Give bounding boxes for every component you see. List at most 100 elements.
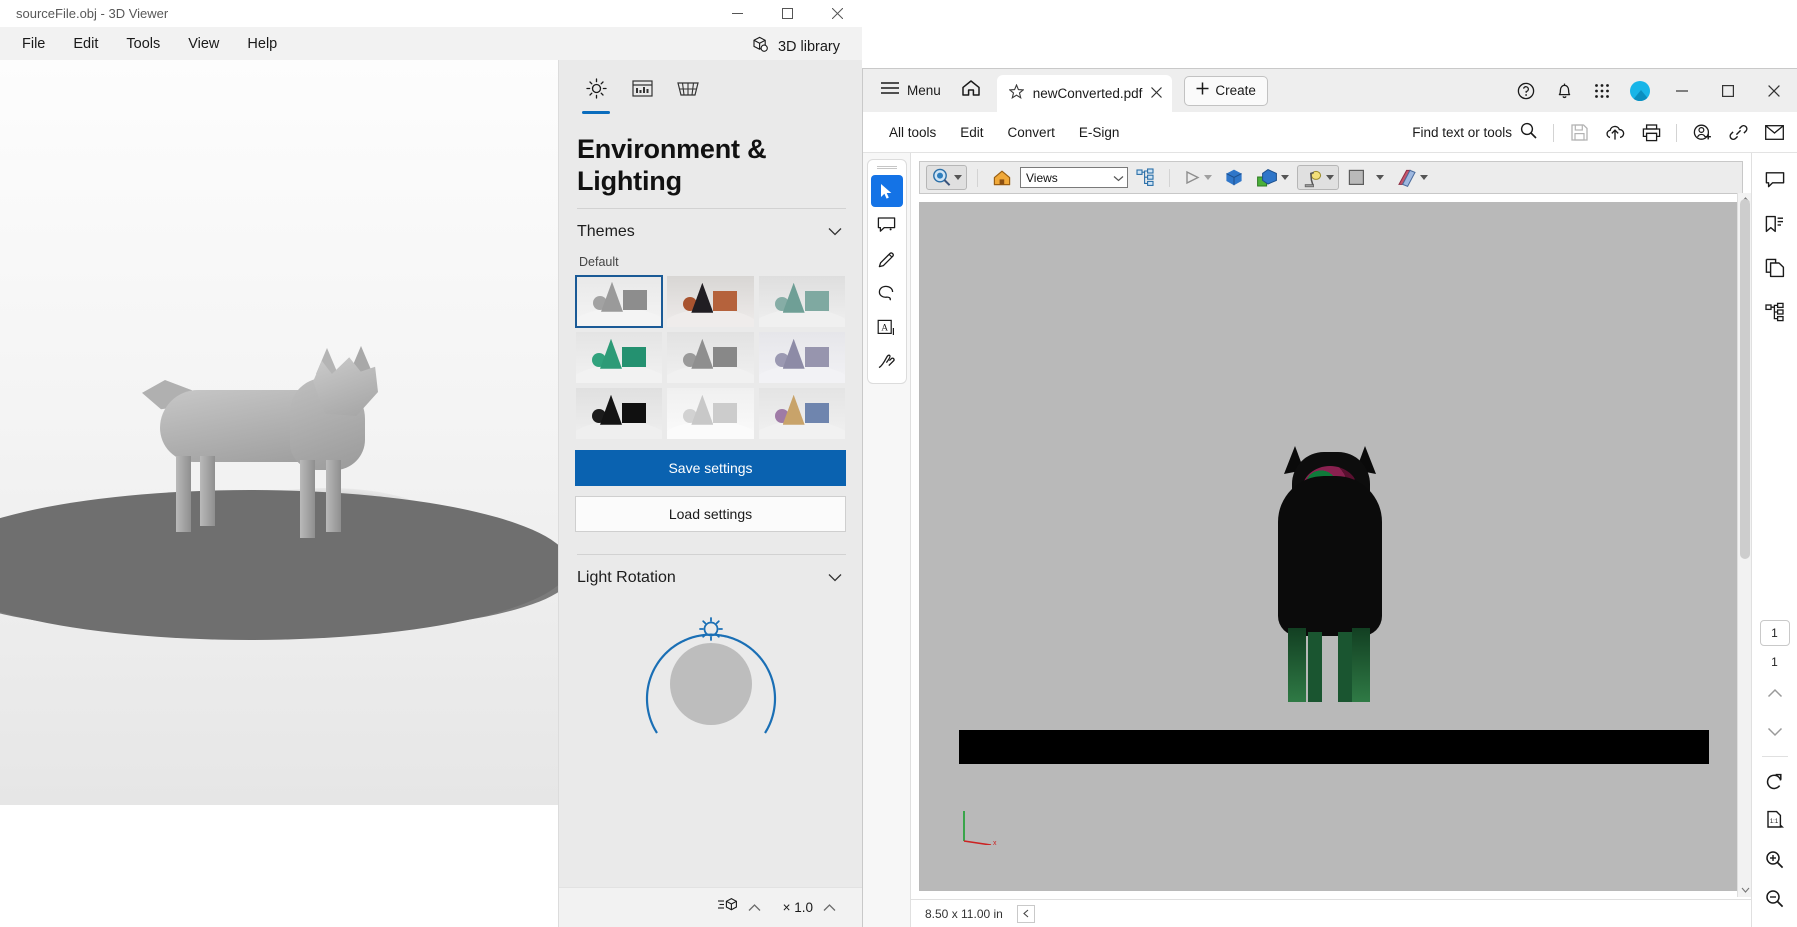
scrollbar-thumb[interactable] [1740, 199, 1750, 559]
menu-all-tools[interactable]: All tools [877, 119, 948, 146]
find-button[interactable]: Find text or tools [1404, 118, 1545, 148]
pages-icon[interactable] [1760, 253, 1790, 283]
play-caret[interactable] [1204, 175, 1212, 180]
draw-tool[interactable] [871, 243, 903, 275]
views-dropdown[interactable]: Views [1020, 167, 1128, 188]
theme-lavender[interactable] [758, 331, 846, 384]
play-icon[interactable] [1180, 165, 1216, 190]
model-tree-icon[interactable] [1760, 297, 1790, 327]
add-person-icon[interactable] [1685, 112, 1719, 153]
lamp-icon[interactable] [1297, 165, 1339, 190]
menu-edit[interactable]: Edit [59, 30, 112, 58]
maximize-icon[interactable] [762, 0, 812, 27]
themes-section-header[interactable]: Themes [575, 209, 846, 245]
shape-tool[interactable] [871, 277, 903, 309]
theme-cool-teal[interactable] [758, 275, 846, 328]
pdf-3d-canvas[interactable]: x [919, 202, 1743, 891]
rotation-knob[interactable] [669, 642, 752, 725]
document-tab[interactable]: newConverted.pdf [996, 75, 1173, 112]
background-square-icon[interactable] [1343, 165, 1388, 190]
save-settings-button[interactable]: Save settings [575, 449, 846, 486]
zoom-group[interactable]: × 1.0 [775, 895, 844, 921]
page-number-input[interactable]: 1 [1759, 620, 1790, 646]
tool-rail-grip[interactable] [876, 166, 897, 169]
app-grid-icon[interactable] [1583, 69, 1621, 112]
rotate-magnifier-icon[interactable] [926, 165, 967, 190]
dog-model-3d[interactable] [1256, 446, 1406, 732]
model-info-icon[interactable] [717, 897, 738, 918]
theme-green[interactable] [575, 331, 663, 384]
theme-colorful[interactable] [758, 387, 846, 440]
rotate-icon[interactable] [1760, 766, 1790, 796]
light-rotation-control[interactable] [575, 609, 846, 759]
close-icon[interactable] [1151, 85, 1163, 103]
select-tool[interactable] [870, 175, 903, 207]
theme-default-light[interactable] [575, 274, 664, 328]
minimize-icon[interactable] [1659, 69, 1705, 112]
avatar[interactable] [1621, 69, 1659, 112]
background-caret[interactable] [1376, 175, 1384, 180]
theme-white[interactable] [666, 387, 754, 440]
search-icon[interactable] [1520, 122, 1537, 144]
close-icon[interactable] [1751, 69, 1797, 112]
close-icon[interactable] [812, 0, 862, 27]
menu-help[interactable]: Help [233, 30, 291, 58]
chevron-up-icon[interactable] [823, 899, 836, 917]
scroll-down-arrow[interactable] [1738, 883, 1751, 897]
bookmark-icon[interactable] [1760, 209, 1790, 239]
theme-warm-dark[interactable] [666, 275, 754, 328]
print-icon[interactable] [1634, 112, 1668, 153]
chevron-down-icon[interactable] [828, 223, 842, 241]
menu-view[interactable]: View [174, 30, 233, 58]
chevron-down-icon[interactable] [1113, 169, 1124, 187]
lighting-caret[interactable] [1326, 175, 1334, 180]
blue-cube-icon[interactable] [1220, 165, 1248, 190]
email-icon[interactable] [1757, 112, 1791, 153]
load-settings-button[interactable]: Load settings [575, 495, 846, 532]
chevron-up-icon[interactable] [748, 899, 761, 917]
link-icon[interactable] [1721, 112, 1755, 153]
3d-canvas[interactable] [0, 60, 558, 805]
chevron-down-icon[interactable] [1760, 717, 1790, 747]
pdf-vertical-scrollbar[interactable] [1737, 193, 1751, 897]
sign-tool[interactable] [871, 345, 903, 377]
comment-icon[interactable] [1760, 165, 1790, 195]
star-icon[interactable] [1008, 83, 1025, 104]
tab-grid[interactable] [665, 74, 711, 108]
zoom-out-icon[interactable] [1760, 883, 1790, 913]
cross-section-caret[interactable] [1420, 175, 1428, 180]
model-tree-icon[interactable] [1132, 165, 1159, 190]
cloud-upload-icon[interactable] [1598, 112, 1632, 153]
tab-environment-lighting[interactable] [573, 74, 619, 114]
page-size-collapse-button[interactable] [1016, 904, 1035, 923]
menu-edit[interactable]: Edit [948, 119, 995, 146]
zoom-in-icon[interactable] [1760, 844, 1790, 874]
theme-neutral-gray[interactable] [666, 331, 754, 384]
fit-page-icon[interactable]: 1:1 [1760, 805, 1790, 835]
rotate-tool-caret[interactable] [954, 175, 962, 180]
menu-tools[interactable]: Tools [112, 30, 174, 58]
maximize-icon[interactable] [1705, 69, 1751, 112]
menu-file[interactable]: File [8, 30, 59, 58]
help-icon[interactable] [1507, 69, 1545, 112]
cross-section-icon[interactable] [1392, 165, 1432, 190]
menu-esign[interactable]: E-Sign [1067, 119, 1132, 146]
minimize-icon[interactable] [712, 0, 762, 27]
text-tool[interactable]: A [871, 311, 903, 343]
bell-icon[interactable] [1545, 69, 1583, 112]
home-orange-icon[interactable] [988, 165, 1016, 190]
home-button[interactable] [953, 74, 989, 107]
comment-tool[interactable] [871, 209, 903, 241]
parts-caret[interactable] [1281, 175, 1289, 180]
dog-model[interactable] [140, 346, 380, 560]
tab-statistics[interactable] [619, 74, 665, 108]
3d-library-button[interactable]: 3D library [743, 31, 848, 63]
menu-convert[interactable]: Convert [996, 119, 1067, 146]
light-rotation-section-header[interactable]: Light Rotation [575, 555, 846, 591]
theme-black[interactable] [575, 387, 663, 440]
acrobat-menu-button[interactable]: Menu [873, 76, 949, 105]
create-button[interactable]: Create [1184, 75, 1268, 106]
chevron-down-icon[interactable] [828, 569, 842, 587]
model-info-group[interactable] [710, 893, 769, 922]
green-cube-icon[interactable] [1252, 165, 1293, 190]
